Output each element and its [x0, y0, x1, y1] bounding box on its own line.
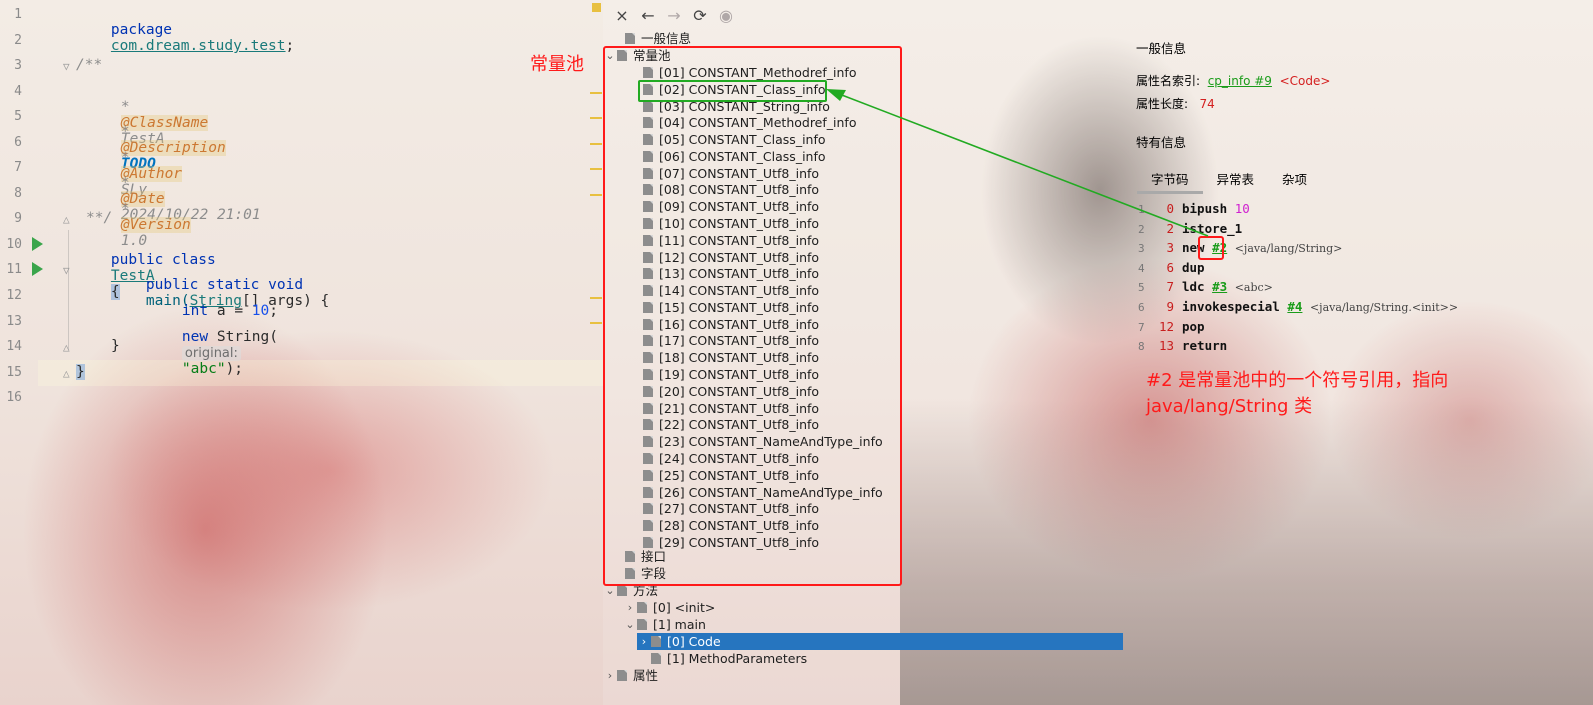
arrow-head [826, 89, 846, 101]
note-line: java/lang/String 类 [1146, 396, 1313, 417]
note-line: #2 是常量池中的一个符号引用，指向 [1146, 370, 1449, 391]
annotation-arrow [826, 89, 1209, 237]
arrow-line [833, 91, 1209, 237]
reference-note: #2 是常量池中的一个符号引用，指向 java/lang/String 类 [1146, 368, 1448, 420]
